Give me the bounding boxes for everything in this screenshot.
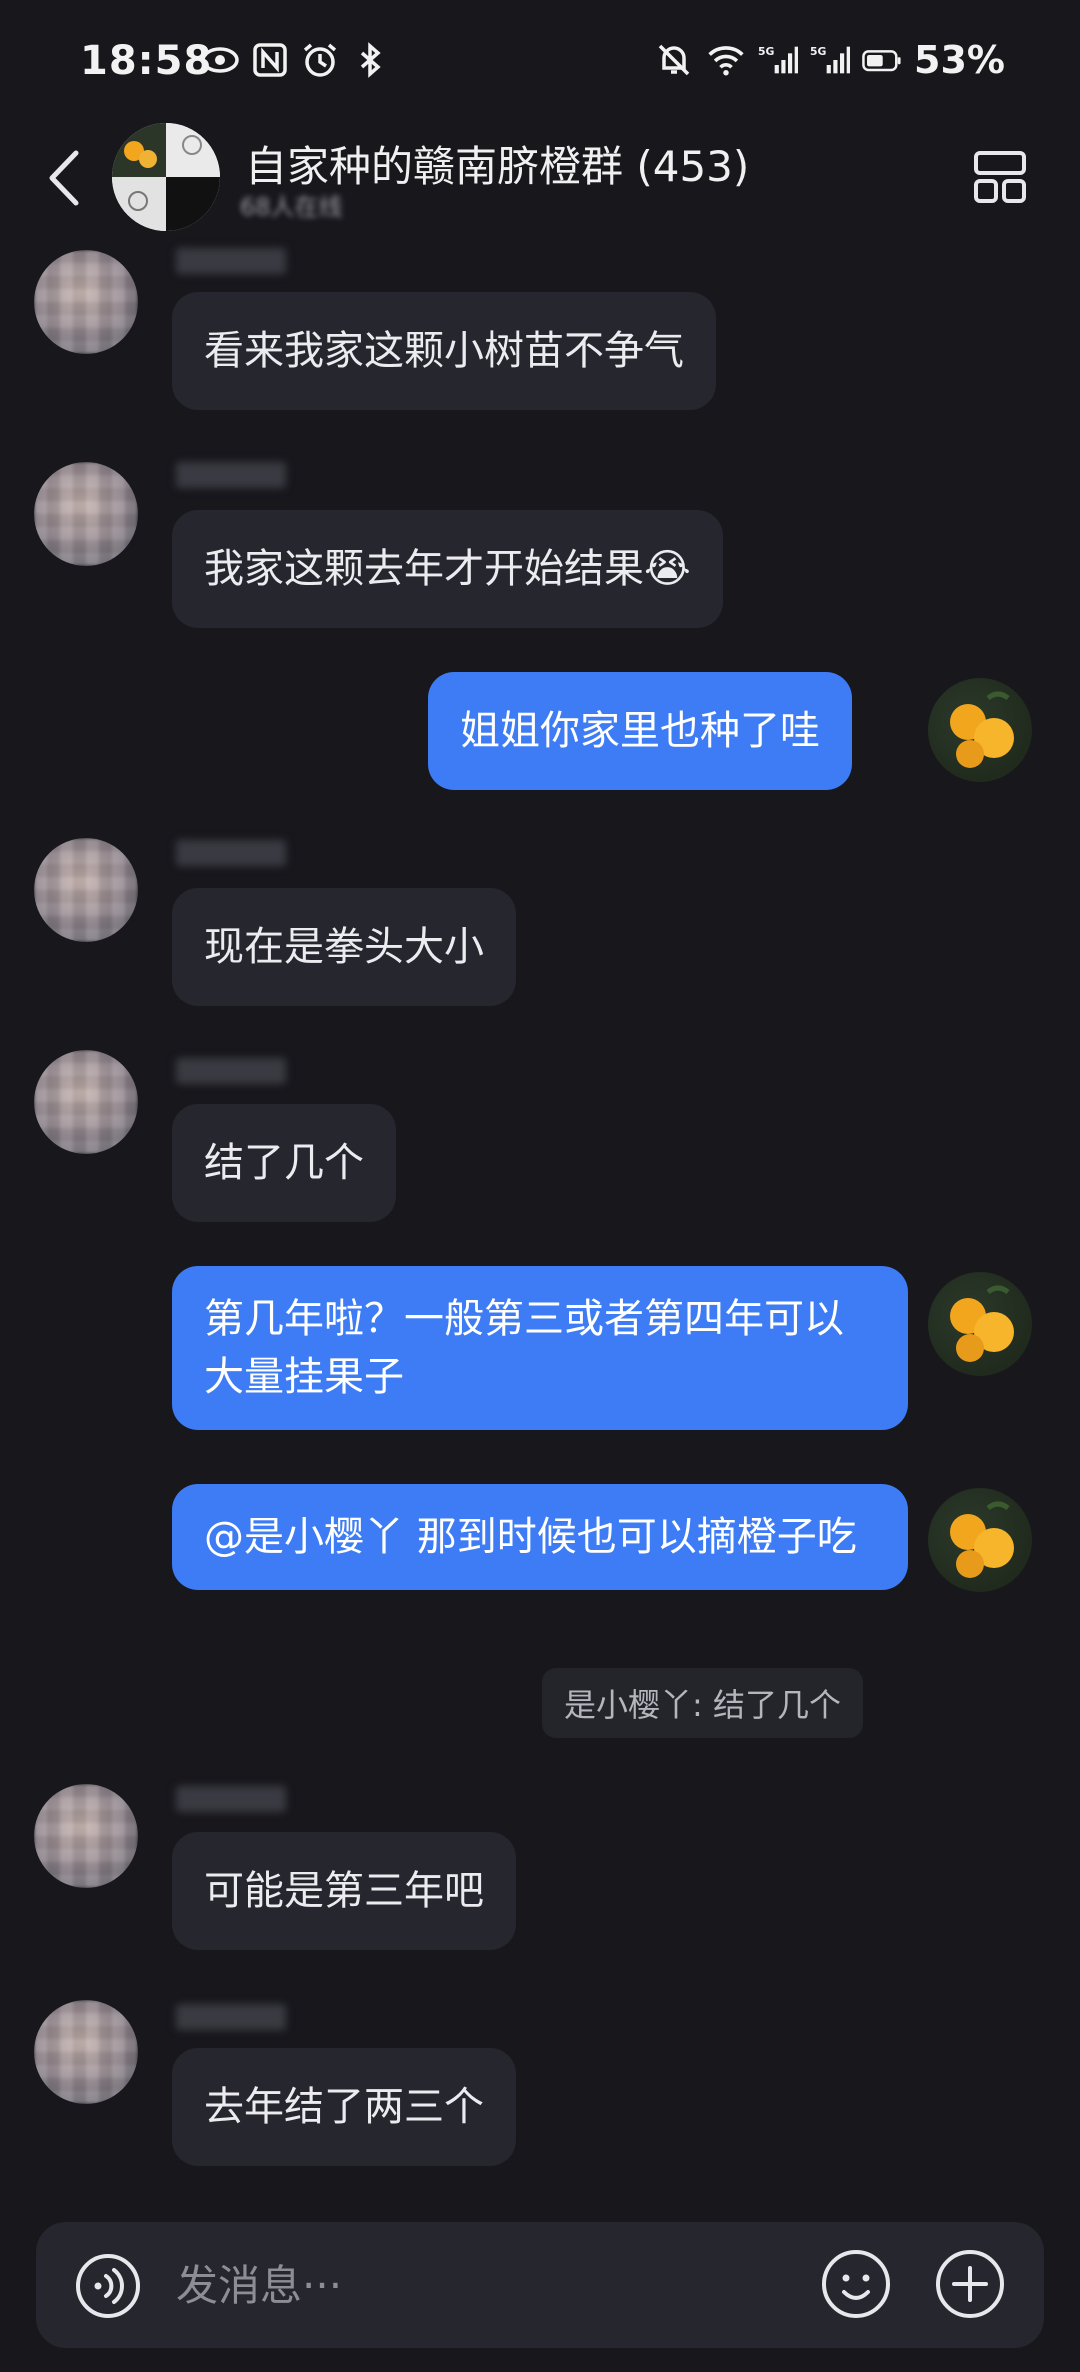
avatar[interactable] [34,250,138,354]
my-avatar[interactable] [928,678,1032,782]
signal-5g-icon: 5G [810,40,851,80]
crying-face-emoji-icon: 😭 [644,546,691,592]
voice-icon [76,2254,140,2318]
status-bar: 18:58 5G 5G 53% [0,0,1080,120]
nfc-icon [250,40,290,80]
voice-button[interactable] [74,2252,142,2320]
avatar[interactable] [34,1784,138,1888]
signal-5g-icon: 5G [758,40,799,80]
status-time: 18:58 [80,38,213,84]
message-bubble[interactable]: 第几年啦？一般第三或者第四年可以大量挂果子 [172,1266,908,1430]
emoji-button[interactable] [820,2248,892,2320]
sender-nickname [176,462,286,488]
status-icons-left [200,40,390,80]
message-input[interactable] [176,2258,676,2312]
battery-percent: 53% [914,38,1005,82]
message-bubble[interactable]: 去年结了两三个 [172,2048,516,2166]
more-button[interactable] [934,2248,1006,2320]
my-avatar[interactable] [928,1272,1032,1376]
bluetooth-icon [350,40,390,80]
back-button[interactable] [40,143,90,213]
message-bubble[interactable]: 看来我家这颗小树苗不争气 [172,292,716,410]
message-input-bar [36,2222,1044,2348]
message-bubble[interactable]: 姐姐你家里也种了哇 [428,672,852,790]
chat-header: 自家种的赣南脐橙群 (453) 68人在线 [0,115,1080,235]
avatar[interactable] [34,838,138,942]
message-bubble[interactable]: 可能是第三年吧 [172,1832,516,1950]
sender-nickname [176,2004,286,2030]
my-avatar[interactable] [928,1488,1032,1592]
smiley-icon [822,2250,890,2318]
quoted-reply[interactable]: 是小樱丫: 结了几个 [542,1668,863,1738]
sender-nickname [176,840,286,866]
layout-grid-icon [974,151,1026,203]
group-menu-button[interactable] [970,147,1030,207]
svg-text:5G: 5G [810,45,827,58]
avatar[interactable] [34,1050,138,1154]
avatar[interactable] [34,462,138,566]
message-bubble[interactable]: 结了几个 [172,1104,396,1222]
sender-nickname [176,1058,286,1084]
message-bubble[interactable]: 现在是拳头大小 [172,888,516,1006]
svg-text:5G: 5G [758,45,775,58]
chevron-left-icon [49,150,79,206]
sender-nickname [176,1786,286,1812]
alarm-icon [300,40,340,80]
mute-bell-icon [654,40,694,80]
plus-icon [936,2250,1004,2318]
group-avatar[interactable] [112,123,220,231]
battery-icon [862,40,902,80]
wifi-icon [706,40,746,80]
group-title: 自家种的赣南脐橙群 (453) [245,142,750,191]
group-subtitle: 68人在线 [240,193,343,221]
message-bubble[interactable]: @是小樱丫 那到时候也可以摘橙子吃 [172,1484,908,1590]
eye-icon [200,40,240,80]
status-icons-right: 5G 5G 53% [654,38,1005,82]
avatar[interactable] [34,2000,138,2104]
sender-nickname [176,248,286,274]
message-bubble[interactable]: 我家这颗去年才开始结果😭 [172,510,723,628]
